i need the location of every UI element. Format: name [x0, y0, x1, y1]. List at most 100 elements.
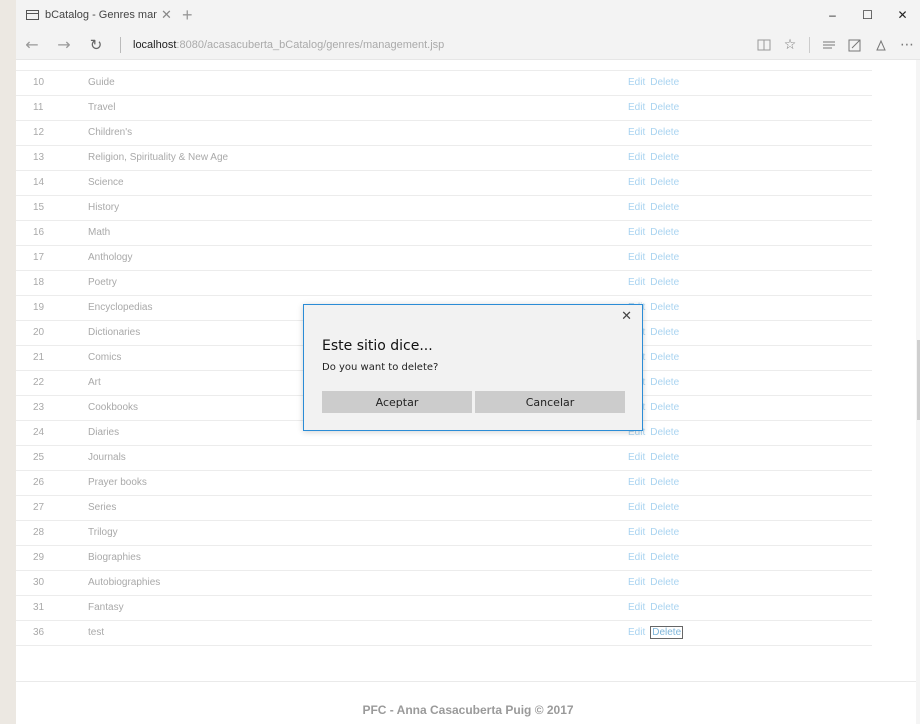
table-row: 29 Biographies Edit Delete	[16, 545, 872, 571]
genre-id: 30	[16, 570, 88, 596]
back-arrow-icon[interactable]: ←	[16, 30, 48, 60]
delete-link[interactable]: Delete	[650, 452, 679, 463]
scrollbar[interactable]	[916, 60, 920, 724]
dialog-close-icon[interactable]: ✕	[621, 309, 632, 324]
edit-link[interactable]: Edit	[628, 252, 645, 263]
edit-link[interactable]: Edit	[628, 502, 645, 513]
genre-actions: Edit Delete	[628, 245, 872, 271]
tab-close-icon[interactable]: ✕	[161, 8, 172, 23]
table-row: 30 Autobiographies Edit Delete	[16, 570, 872, 596]
dialog-title: Este sitio dice...	[322, 338, 433, 354]
edit-link[interactable]: Edit	[628, 152, 645, 163]
genre-actions: EditDelete	[628, 370, 872, 396]
reading-view-icon[interactable]	[751, 30, 777, 60]
delete-link[interactable]: Delete	[650, 527, 679, 538]
genre-actions: EditDelete	[628, 395, 872, 421]
refresh-icon[interactable]: ↻	[80, 30, 112, 60]
delete-link[interactable]: Delete	[650, 227, 679, 238]
share-icon[interactable]	[868, 30, 894, 60]
genre-actions: EditDelete	[628, 420, 872, 446]
delete-link[interactable]: Delete	[650, 602, 679, 613]
delete-link[interactable]: Delete	[650, 626, 684, 639]
web-note-icon[interactable]	[842, 30, 868, 60]
cancel-button[interactable]: Cancelar	[475, 391, 625, 413]
table-row: 10 Guide Edit Delete	[16, 70, 872, 96]
minimize-button[interactable]: –	[815, 0, 850, 30]
table-row: 17 Anthology Edit Delete	[16, 245, 872, 271]
genre-actions: Edit Delete	[628, 520, 872, 546]
edit-link[interactable]: Edit	[628, 452, 645, 463]
edit-link[interactable]: Edit	[628, 202, 645, 213]
hub-menu-icon[interactable]	[816, 30, 842, 60]
genre-actions: Edit Delete	[628, 220, 872, 246]
edit-link[interactable]: Edit	[628, 602, 645, 613]
url-host: localhost	[133, 38, 177, 51]
edit-link[interactable]: Edit	[628, 627, 645, 638]
delete-link[interactable]: Delete	[650, 352, 679, 363]
delete-link[interactable]: Delete	[650, 202, 679, 213]
genre-id: 23	[16, 395, 88, 421]
genre-actions: Edit Delete	[628, 545, 872, 571]
genre-id: 36	[16, 620, 88, 646]
genre-actions: EditDelete	[628, 295, 872, 321]
more-options-icon[interactable]: ⋯	[894, 30, 920, 60]
edit-link[interactable]: Edit	[628, 60, 645, 63]
accept-button[interactable]: Aceptar	[322, 391, 472, 413]
delete-link[interactable]: Delete	[650, 327, 679, 338]
window-controls: – ☐ ✕	[815, 0, 920, 30]
page-footer: PFC - Anna Casacuberta Puig © 2017	[362, 703, 574, 717]
genre-name: Guide	[88, 70, 628, 96]
delete-link[interactable]: Delete	[650, 102, 679, 113]
edit-link[interactable]: Edit	[628, 102, 645, 113]
delete-link[interactable]: Delete	[650, 402, 679, 413]
forward-arrow-icon[interactable]: →	[48, 30, 80, 60]
genre-id	[16, 60, 88, 71]
delete-link[interactable]: Delete	[650, 277, 679, 288]
edit-link[interactable]: Edit	[628, 227, 645, 238]
genre-name: Biographies	[88, 545, 628, 571]
genre-name: Reader	[88, 60, 628, 71]
delete-link[interactable]: Delete	[650, 477, 679, 488]
delete-link[interactable]: Delete	[650, 377, 679, 388]
delete-link[interactable]: Delete	[650, 127, 679, 138]
genre-name: Anthology	[88, 245, 628, 271]
desktop-background	[0, 0, 16, 724]
delete-link[interactable]: Delete	[650, 77, 679, 88]
delete-link[interactable]: Delete	[650, 552, 679, 563]
delete-link[interactable]: Delete	[650, 60, 679, 63]
edit-link[interactable]: Edit	[628, 177, 645, 188]
delete-link[interactable]: Delete	[650, 177, 679, 188]
browser-tab[interactable]: bCatalog - Genres mana ✕	[16, 0, 174, 30]
table-row: 15 History Edit Delete	[16, 195, 872, 221]
edit-link[interactable]: Edit	[628, 77, 645, 88]
table-row: 18 Poetry Edit Delete	[16, 270, 872, 296]
genre-actions: Edit Delete	[628, 60, 872, 71]
edit-link[interactable]: Edit	[628, 527, 645, 538]
edit-link[interactable]: Edit	[628, 477, 645, 488]
edit-link[interactable]: Edit	[628, 127, 645, 138]
genre-id: 22	[16, 370, 88, 396]
delete-link[interactable]: Delete	[650, 252, 679, 263]
edit-link[interactable]: Edit	[628, 577, 645, 588]
delete-link[interactable]: Delete	[650, 302, 679, 313]
favorite-star-icon[interactable]: ☆	[777, 30, 803, 60]
delete-link[interactable]: Delete	[650, 152, 679, 163]
genre-id: 10	[16, 70, 88, 96]
close-window-button[interactable]: ✕	[885, 0, 920, 30]
genre-actions: Edit Delete	[628, 570, 872, 596]
genre-name: Children's	[88, 120, 628, 146]
genre-actions: Edit Delete	[628, 270, 872, 296]
edit-link[interactable]: Edit	[628, 277, 645, 288]
confirm-dialog: ✕ Este sitio dice... Do you want to dele…	[303, 304, 643, 431]
genre-id: 21	[16, 345, 88, 371]
table-row: 16 Math Edit Delete	[16, 220, 872, 246]
new-tab-button[interactable]: +	[182, 5, 193, 26]
table-row: 31 Fantasy Edit Delete	[16, 595, 872, 621]
genre-name: History	[88, 195, 628, 221]
edit-link[interactable]: Edit	[628, 552, 645, 563]
maximize-button[interactable]: ☐	[850, 0, 885, 30]
delete-link[interactable]: Delete	[650, 502, 679, 513]
delete-link[interactable]: Delete	[650, 577, 679, 588]
delete-link[interactable]: Delete	[650, 427, 679, 438]
url-field[interactable]: localhost:8080/acasacuberta_bCatalog/gen…	[133, 39, 444, 51]
